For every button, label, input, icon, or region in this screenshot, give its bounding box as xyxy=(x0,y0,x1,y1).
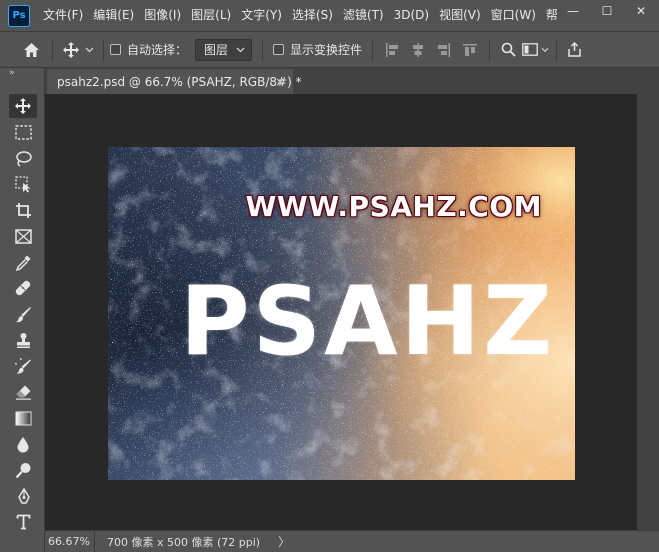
document-tab[interactable]: psahz2.psd @ 66.7% (PSAHZ, RGB/8#) * × xyxy=(47,69,302,94)
vertical-scrollbar[interactable] xyxy=(637,94,659,530)
canvas-main-text: PSAHZ xyxy=(180,267,555,377)
share-icon xyxy=(567,42,581,57)
search-button[interactable] xyxy=(496,37,520,63)
bandage-icon xyxy=(15,280,31,296)
align-hcenter-button[interactable] xyxy=(405,37,431,63)
move-icon xyxy=(15,98,31,114)
move-tool[interactable] xyxy=(9,94,37,118)
brush-icon xyxy=(15,306,31,322)
chevron-down-icon xyxy=(236,47,245,52)
align-top-icon xyxy=(463,43,478,56)
auto-select-label: 自动选择： xyxy=(127,43,188,57)
options-bar: 自动选择： 图层 显示变换控件 xyxy=(0,31,659,68)
menu-filter[interactable]: 滤镜(T) xyxy=(338,0,389,31)
dodge-icon xyxy=(15,462,30,478)
menu-select[interactable]: 选择(S) xyxy=(287,0,338,31)
separator xyxy=(103,38,104,61)
show-transform-label: 显示变换控件 xyxy=(290,43,363,57)
frame-icon xyxy=(14,228,32,244)
document-tab-title: psahz2.psd @ 66.7% (PSAHZ, RGB/8#) * xyxy=(57,74,302,89)
document-size-info: 700 像素 x 500 像素 (72 ppi) xyxy=(107,535,261,549)
move-tool-preset-picker[interactable] xyxy=(59,37,97,63)
photoshop-logo: Ps xyxy=(8,4,30,27)
menu-layer[interactable]: 图层(L) xyxy=(186,0,236,31)
minimize-button[interactable]: — xyxy=(556,0,590,22)
gradient-tool[interactable] xyxy=(9,406,37,430)
menu-edit[interactable]: 编辑(E) xyxy=(88,0,139,31)
align-horizontal-center-icon xyxy=(413,42,424,57)
align-top-button[interactable] xyxy=(457,37,483,63)
marquee-tool[interactable] xyxy=(9,120,37,144)
eyedropper-icon xyxy=(15,255,30,271)
align-right-icon xyxy=(438,42,451,57)
menu-image[interactable]: 图像(I) xyxy=(139,0,186,31)
menu-view[interactable]: 视图(V) xyxy=(434,0,486,31)
type-icon xyxy=(16,514,30,530)
brush-tool[interactable] xyxy=(9,302,37,326)
rectangular-marquee-icon xyxy=(14,124,32,140)
menu-file[interactable]: 文件(F) xyxy=(38,0,88,31)
align-right-button[interactable] xyxy=(431,37,457,63)
align-left-icon xyxy=(386,42,399,57)
collapse-panel-toggle[interactable]: » xyxy=(0,68,44,80)
history-brush-tool[interactable] xyxy=(9,354,37,378)
pen-icon xyxy=(17,487,30,504)
separator xyxy=(489,38,491,61)
chevron-down-icon xyxy=(85,47,94,52)
workspace-switcher[interactable] xyxy=(520,37,550,63)
crop-tool[interactable] xyxy=(9,198,37,222)
search-icon xyxy=(501,42,516,57)
auto-select-checkbox[interactable] xyxy=(110,44,121,55)
type-tool[interactable] xyxy=(9,510,37,534)
history-brush-icon xyxy=(14,357,31,374)
auto-select-target-dropdown[interactable]: 图层 xyxy=(195,38,253,61)
status-info-menu-arrow[interactable]: 〉 xyxy=(278,533,290,550)
eraser-icon xyxy=(15,385,31,400)
document-canvas[interactable]: WWW.PSAHZ.COM PSAHZ xyxy=(108,147,575,480)
menu-3d[interactable]: 3D(D) xyxy=(389,0,434,31)
maximize-button[interactable]: ☐ xyxy=(590,0,624,22)
clone-stamp-tool[interactable] xyxy=(9,328,37,352)
menu-window[interactable]: 窗口(W) xyxy=(486,0,541,31)
separator xyxy=(556,38,558,61)
share-button[interactable] xyxy=(563,37,585,63)
frame-tool[interactable] xyxy=(9,224,37,248)
separator xyxy=(372,38,374,61)
stamp-icon xyxy=(16,332,30,348)
crop-icon xyxy=(15,202,31,218)
blur-tool[interactable] xyxy=(9,432,37,456)
close-tab-icon[interactable]: × xyxy=(275,75,285,89)
separator xyxy=(262,38,264,61)
lasso-tool[interactable] xyxy=(9,146,37,170)
zoom-level-field[interactable]: 66.67% xyxy=(45,531,95,552)
eraser-tool[interactable] xyxy=(9,380,37,404)
home-button[interactable] xyxy=(16,37,46,63)
document-tab-bar: psahz2.psd @ 66.7% (PSAHZ, RGB/8#) * × xyxy=(45,68,659,94)
auto-select-target-value: 图层 xyxy=(204,43,229,57)
close-window-button[interactable]: ✕ xyxy=(624,0,658,22)
water-drop-icon xyxy=(17,436,29,452)
dodge-tool[interactable] xyxy=(9,458,37,482)
status-bar: 66.67% 700 像素 x 500 像素 (72 ppi) 〉 xyxy=(45,530,659,552)
home-icon xyxy=(23,42,39,57)
lasso-icon xyxy=(15,150,32,167)
menu-type[interactable]: 文字(Y) xyxy=(236,0,287,31)
canvas-url-text: WWW.PSAHZ.COM xyxy=(245,189,542,223)
object-selection-icon xyxy=(14,175,30,192)
separator xyxy=(52,38,53,61)
healing-brush-tool[interactable] xyxy=(9,276,37,300)
chevron-down-icon xyxy=(541,47,549,52)
tools-panel: » xyxy=(0,68,45,552)
workspace-icon xyxy=(521,43,538,56)
eyedropper-tool[interactable] xyxy=(9,250,37,274)
show-transform-checkbox[interactable] xyxy=(273,44,285,55)
align-left-button[interactable] xyxy=(379,37,405,63)
move-icon xyxy=(63,41,79,58)
object-selection-tool[interactable] xyxy=(9,172,37,196)
gradient-icon xyxy=(15,411,31,425)
pen-tool[interactable] xyxy=(9,484,37,508)
